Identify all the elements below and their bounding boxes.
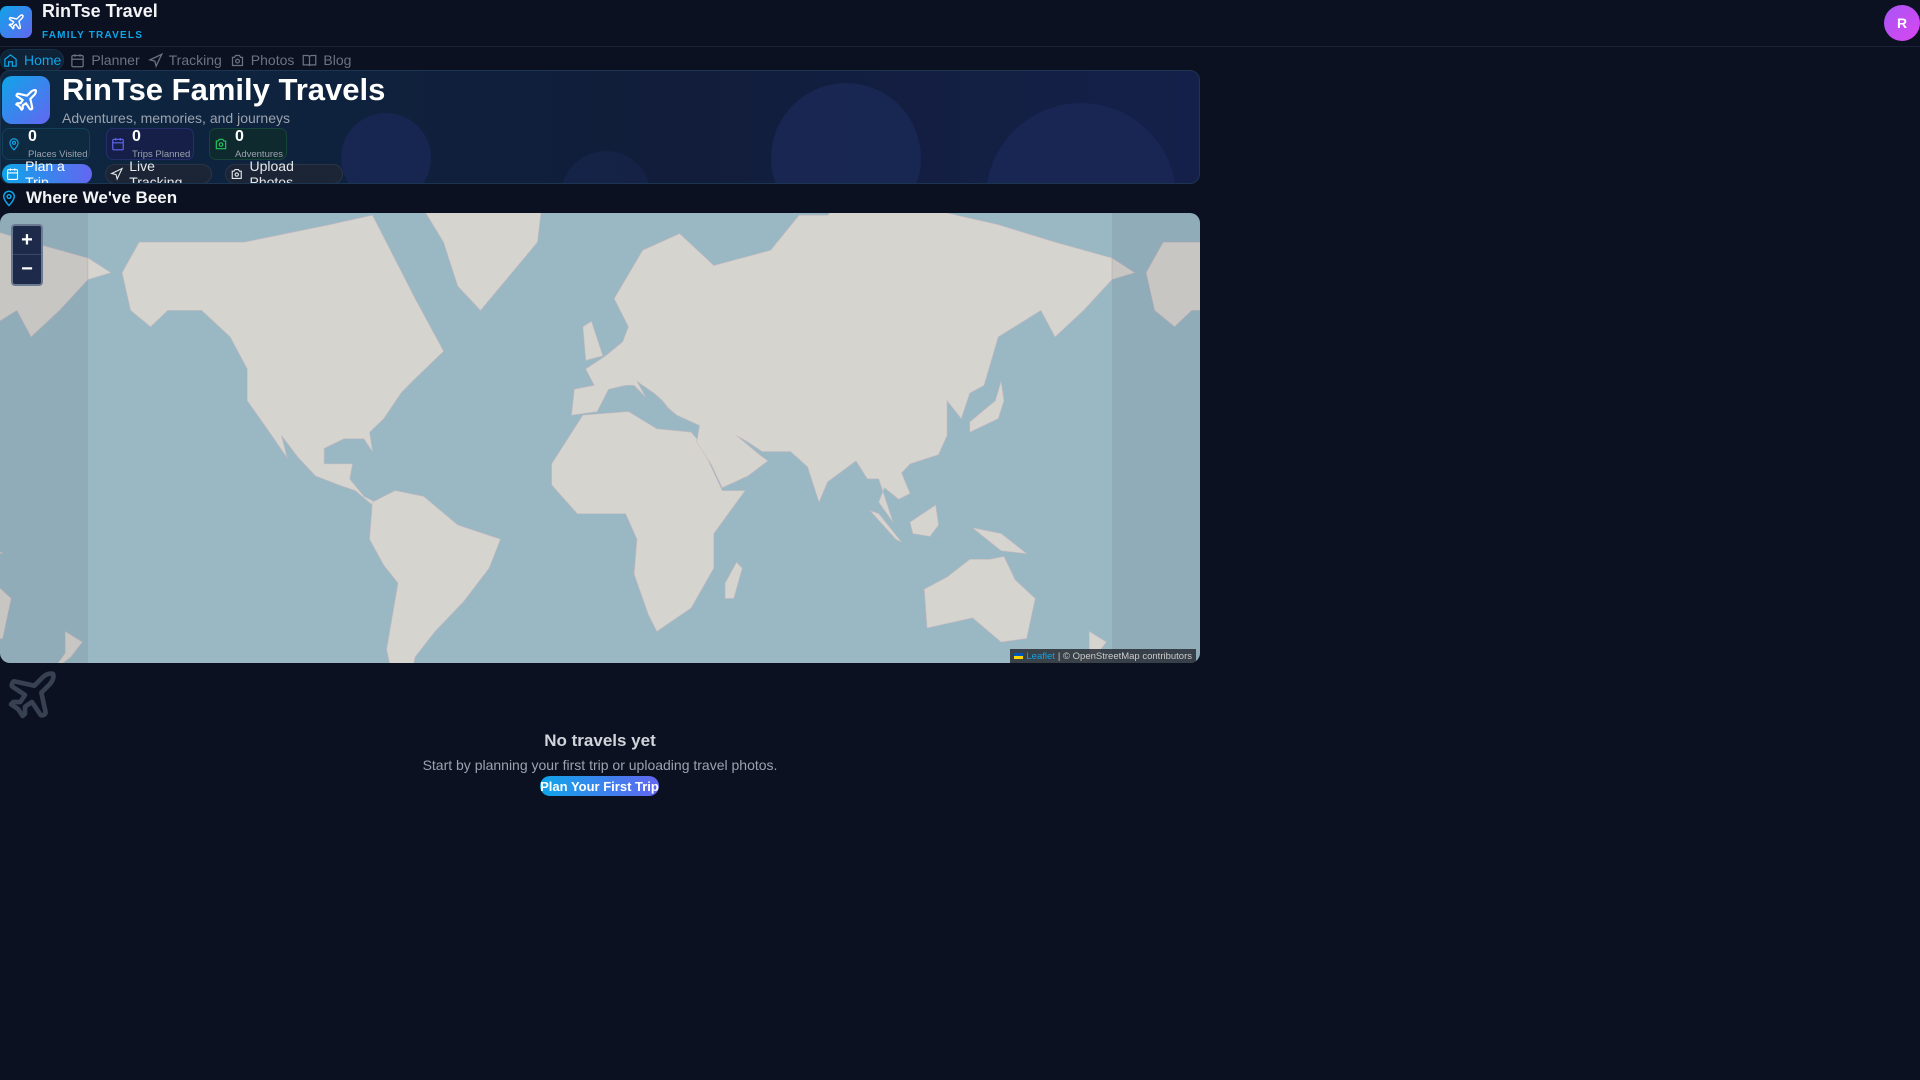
landmass-greenland: [425, 213, 542, 311]
section-title-text: Where We've Been: [26, 188, 178, 207]
ukraine-flag-icon: [1014, 653, 1024, 659]
button-label: Live Tracking: [129, 158, 183, 184]
world-map[interactable]: + − Leaflet | © OpenStreetMap contributo…: [0, 213, 1200, 663]
hero-title: RinTse Family Travels: [62, 72, 386, 107]
landmass-chukotka-wrap: [87, 257, 112, 280]
home-icon: [4, 53, 17, 67]
app-logo[interactable]: [0, 6, 32, 38]
zoom-in-button[interactable]: +: [13, 226, 41, 255]
stat-trips-planned: 0 Trips Planned: [106, 128, 194, 160]
upload-photos-button[interactable]: Upload Photos: [225, 158, 343, 183]
nav-label: Blog: [323, 52, 352, 68]
app-subtitle: FAMILY TRAVELS: [42, 30, 144, 41]
nav-label: Photos: [250, 52, 295, 68]
nav-label: Tracking: [168, 52, 222, 68]
nav-photos[interactable]: Photos: [228, 49, 297, 71]
navigation-icon: [147, 52, 163, 68]
plane-icon: [15, 88, 38, 111]
map-pin-icon: [9, 138, 19, 151]
camera-icon: [231, 168, 242, 180]
map-tiles[interactable]: [0, 213, 1200, 663]
calendar-icon: [71, 53, 85, 67]
landmass-sumatra: [869, 510, 902, 543]
navigation-icon: [110, 167, 124, 181]
button-label: Upload Photos: [249, 158, 294, 184]
empty-state-title: No travels yet: [544, 731, 656, 750]
map-attribution: Leaflet | © OpenStreetMap contributors: [1010, 649, 1196, 663]
landmass-borneo: [909, 504, 939, 537]
hero-logo: [2, 76, 50, 124]
nav-label: Home: [24, 52, 62, 68]
map-section-title: Where We've Been: [0, 188, 177, 208]
live-tracking-button[interactable]: Live Tracking: [105, 158, 212, 183]
button-label: Plan a Trip: [25, 158, 65, 184]
hero-banner: RinTse Family Travels Adventures, memori…: [0, 70, 1200, 184]
calendar-icon: [7, 168, 19, 181]
nav-planner[interactable]: Planner: [68, 49, 141, 71]
calendar-icon: [112, 138, 124, 151]
plan-trip-button[interactable]: Plan a Trip: [2, 158, 92, 183]
landmass-south-america: [369, 490, 501, 663]
main-nav: Home Planner Tracking Photos Blog: [0, 48, 353, 72]
map-pin-icon: [2, 190, 16, 207]
nav-blog[interactable]: Blog: [300, 49, 353, 71]
book-icon: [303, 54, 317, 66]
stat-value: 0: [132, 128, 141, 145]
stat-value: 0: [28, 128, 37, 145]
top-bar: RinTse Travel FAMILY TRAVELS R: [0, 0, 1920, 47]
stat-places-visited: 0 Places Visited: [2, 128, 90, 160]
app-name: RinTse Travel: [42, 1, 158, 21]
nav-tracking[interactable]: Tracking: [146, 49, 224, 71]
zoom-out-button[interactable]: −: [13, 255, 41, 284]
stat-value: 0: [235, 128, 244, 145]
nav-home[interactable]: Home: [0, 49, 65, 71]
plan-first-trip-button[interactable]: Plan Your First Trip: [540, 776, 659, 796]
plane-icon: [8, 14, 24, 30]
stat-adventures: 0 Adventures: [209, 128, 287, 160]
landmass-australia: [923, 556, 1036, 643]
landmass-uk: [582, 320, 604, 361]
zoom-control: + −: [11, 224, 43, 286]
camera-icon: [215, 138, 227, 150]
attribution-text: | © OpenStreetMap contributors: [1057, 650, 1192, 662]
landmass-new-guinea: [972, 527, 1028, 555]
leaflet-link[interactable]: Leaflet: [1026, 651, 1055, 662]
nav-label: Planner: [91, 52, 140, 68]
camera-icon: [231, 54, 243, 66]
landmass-north-america: [121, 214, 444, 506]
plane-icon: [4, 667, 60, 728]
hero-subtitle: Adventures, memories, and journeys: [62, 110, 290, 126]
landmass-madagascar: [724, 561, 743, 599]
map-wrap-shade: [1112, 213, 1200, 663]
empty-state-message: Start by planning your first trip or upl…: [422, 757, 778, 773]
user-avatar[interactable]: R: [1884, 5, 1920, 41]
